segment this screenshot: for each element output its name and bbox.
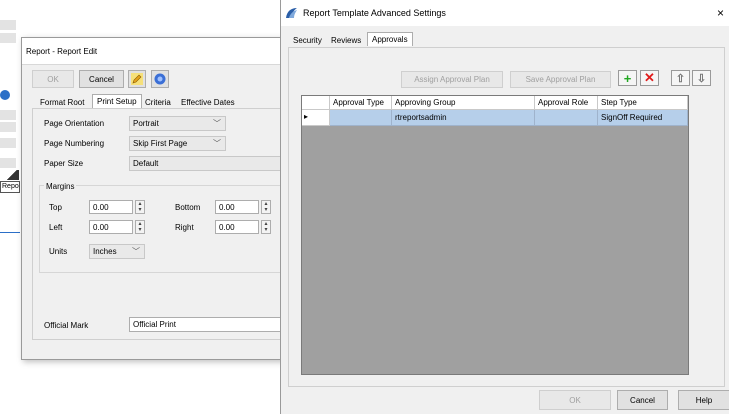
column-header[interactable]: Approving Group [392,96,535,110]
paper-size-label: Paper Size [44,159,84,168]
assign-approval-plan-button[interactable]: Assign Approval Plan [401,71,503,88]
help-button[interactable] [151,70,169,88]
units-select[interactable]: Inches ﹀ [89,244,145,259]
right-margin-spinner[interactable]: ▴ ▾ [261,220,271,234]
delete-row-button[interactable]: ✕ [640,70,659,86]
background-report-tab[interactable]: Repor [0,181,20,193]
column-header[interactable]: Approval Role [535,96,598,110]
advanced-settings-dialog: Report Template Advanced Settings × Secu… [280,0,729,414]
bottom-label: Bottom [175,203,201,212]
paper-size-value: Default [133,159,159,168]
table-cell[interactable] [535,110,598,126]
arrow-up-icon: ⇧ [675,72,686,85]
corner-arrow-icon [5,170,19,180]
column-header[interactable]: Step Type [598,96,688,110]
approvals-grid: Approval Type Approving Group Approval R… [301,95,689,375]
cancel-button[interactable]: Cancel [79,70,124,88]
row-header-corner [302,96,330,110]
top-margin-field[interactable]: 0.00 [89,200,133,214]
row-indicator[interactable]: ▸ [302,110,330,126]
top-label: Top [49,203,62,212]
page-orientation-select[interactable]: Portrait ﹀ [129,116,226,131]
units-label: Units [49,247,68,256]
app-globe-icon [0,90,10,100]
tab-security[interactable]: Security [289,34,326,47]
report-edit-dialog: Report - Report Edit OK Cancel Format Ro… [21,37,286,360]
background-strip [0,138,16,148]
official-mark-label: Official Mark [44,321,89,330]
page-numbering-select[interactable]: Skip First Page ﹀ [129,136,226,151]
pencil-button[interactable] [128,70,146,88]
column-header[interactable]: Approval Type [330,96,392,110]
add-icon: + [623,70,632,86]
right-margin-field[interactable]: 0.00 [215,220,259,234]
advanced-settings-title: Report Template Advanced Settings [303,8,446,18]
background-divider [0,232,20,233]
arrow-down-icon: ⇩ [696,72,707,85]
app-logo-icon [286,8,297,18]
chevron-down-icon: ﹀ [132,247,140,256]
page-numbering-label: Page Numbering [44,139,105,148]
page-orientation-label: Page Orientation [44,119,105,128]
paper-size-select[interactable]: Default [129,156,285,171]
bottom-margin-field[interactable]: 0.00 [215,200,259,214]
tab-print-setup[interactable]: Print Setup [92,94,142,108]
help-button[interactable]: Help [678,390,729,410]
left-margin-field[interactable]: 0.00 [89,220,133,234]
left-label: Left [49,223,63,232]
move-down-button[interactable]: ⇩ [692,70,711,86]
print-setup-panel: Page Orientation Portrait ﹀ Page Numberi… [32,108,286,340]
advanced-settings-titlebar: Report Template Advanced Settings × [281,0,729,26]
background-strip [0,33,16,43]
table-cell[interactable]: rtreportsadmin [392,110,535,126]
tab-approvals[interactable]: Approvals [367,32,413,46]
report-edit-titlebar: Report - Report Edit [22,38,284,65]
page-orientation-value: Portrait [133,119,159,128]
add-row-button[interactable]: + [618,70,637,86]
background-strip [0,158,16,168]
page-numbering-value: Skip First Page [133,139,188,148]
move-up-button[interactable]: ⇧ [671,70,690,86]
table-cell[interactable] [330,110,392,126]
save-approval-plan-button[interactable]: Save Approval Plan [510,71,611,88]
close-icon[interactable]: × [717,6,724,20]
tab-reviews[interactable]: Reviews [327,34,365,47]
cancel-button[interactable]: Cancel [617,390,668,410]
pencil-icon [131,73,143,85]
chevron-down-icon: ﹀ [213,139,221,148]
background-strip [0,20,16,30]
report-edit-title: Report - Report Edit [26,47,98,56]
left-margin-spinner[interactable]: ▴ ▾ [135,220,145,234]
background-strip [0,110,16,120]
top-margin-spinner[interactable]: ▴ ▾ [135,200,145,214]
chevron-down-icon: ﹀ [213,119,221,128]
delete-icon: ✕ [644,70,655,85]
background-strip [0,122,16,132]
margins-label: Margins [44,182,77,191]
table-cell[interactable]: SignOff Required [598,110,688,126]
right-label: Right [175,223,194,232]
help-icon [154,73,166,85]
ok-button[interactable]: OK [32,70,74,88]
units-value: Inches [93,247,117,256]
official-mark-field[interactable]: Official Print [129,317,285,332]
bottom-margin-spinner[interactable]: ▴ ▾ [261,200,271,214]
ok-button[interactable]: OK [539,390,611,410]
